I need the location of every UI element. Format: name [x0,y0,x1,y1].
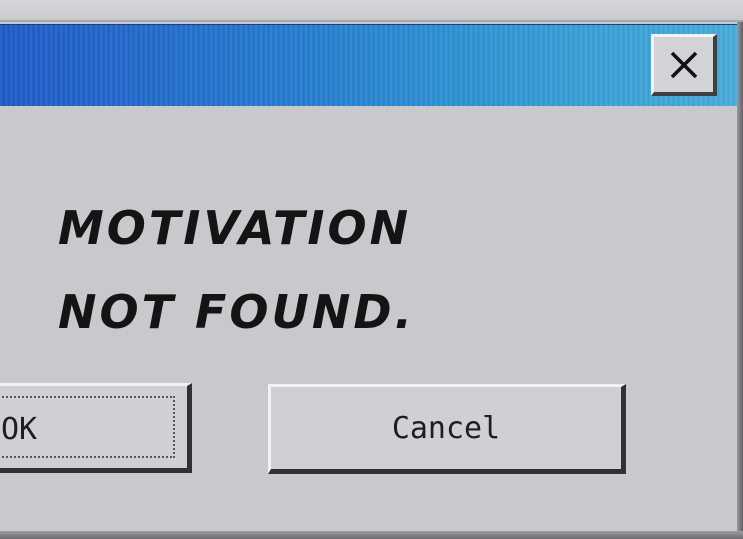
close-icon [670,51,697,78]
title-bar[interactable] [0,24,737,106]
dialog-message: Motivation not found. [58,186,458,354]
cancel-button-label: Cancel [391,410,501,446]
window-top-edge [0,0,743,22]
close-button[interactable] [651,34,717,96]
window-bottom-edge [0,531,743,539]
message-line-2: not found. [58,285,416,339]
window-right-edge [737,22,743,539]
message-line-1: Motivation [58,201,412,255]
dialog-window: Motivation not found. OK Cancel [0,0,743,539]
ok-button[interactable]: OK [0,383,192,473]
ok-button-label: OK [1,412,38,447]
cancel-button[interactable]: Cancel [268,384,626,474]
